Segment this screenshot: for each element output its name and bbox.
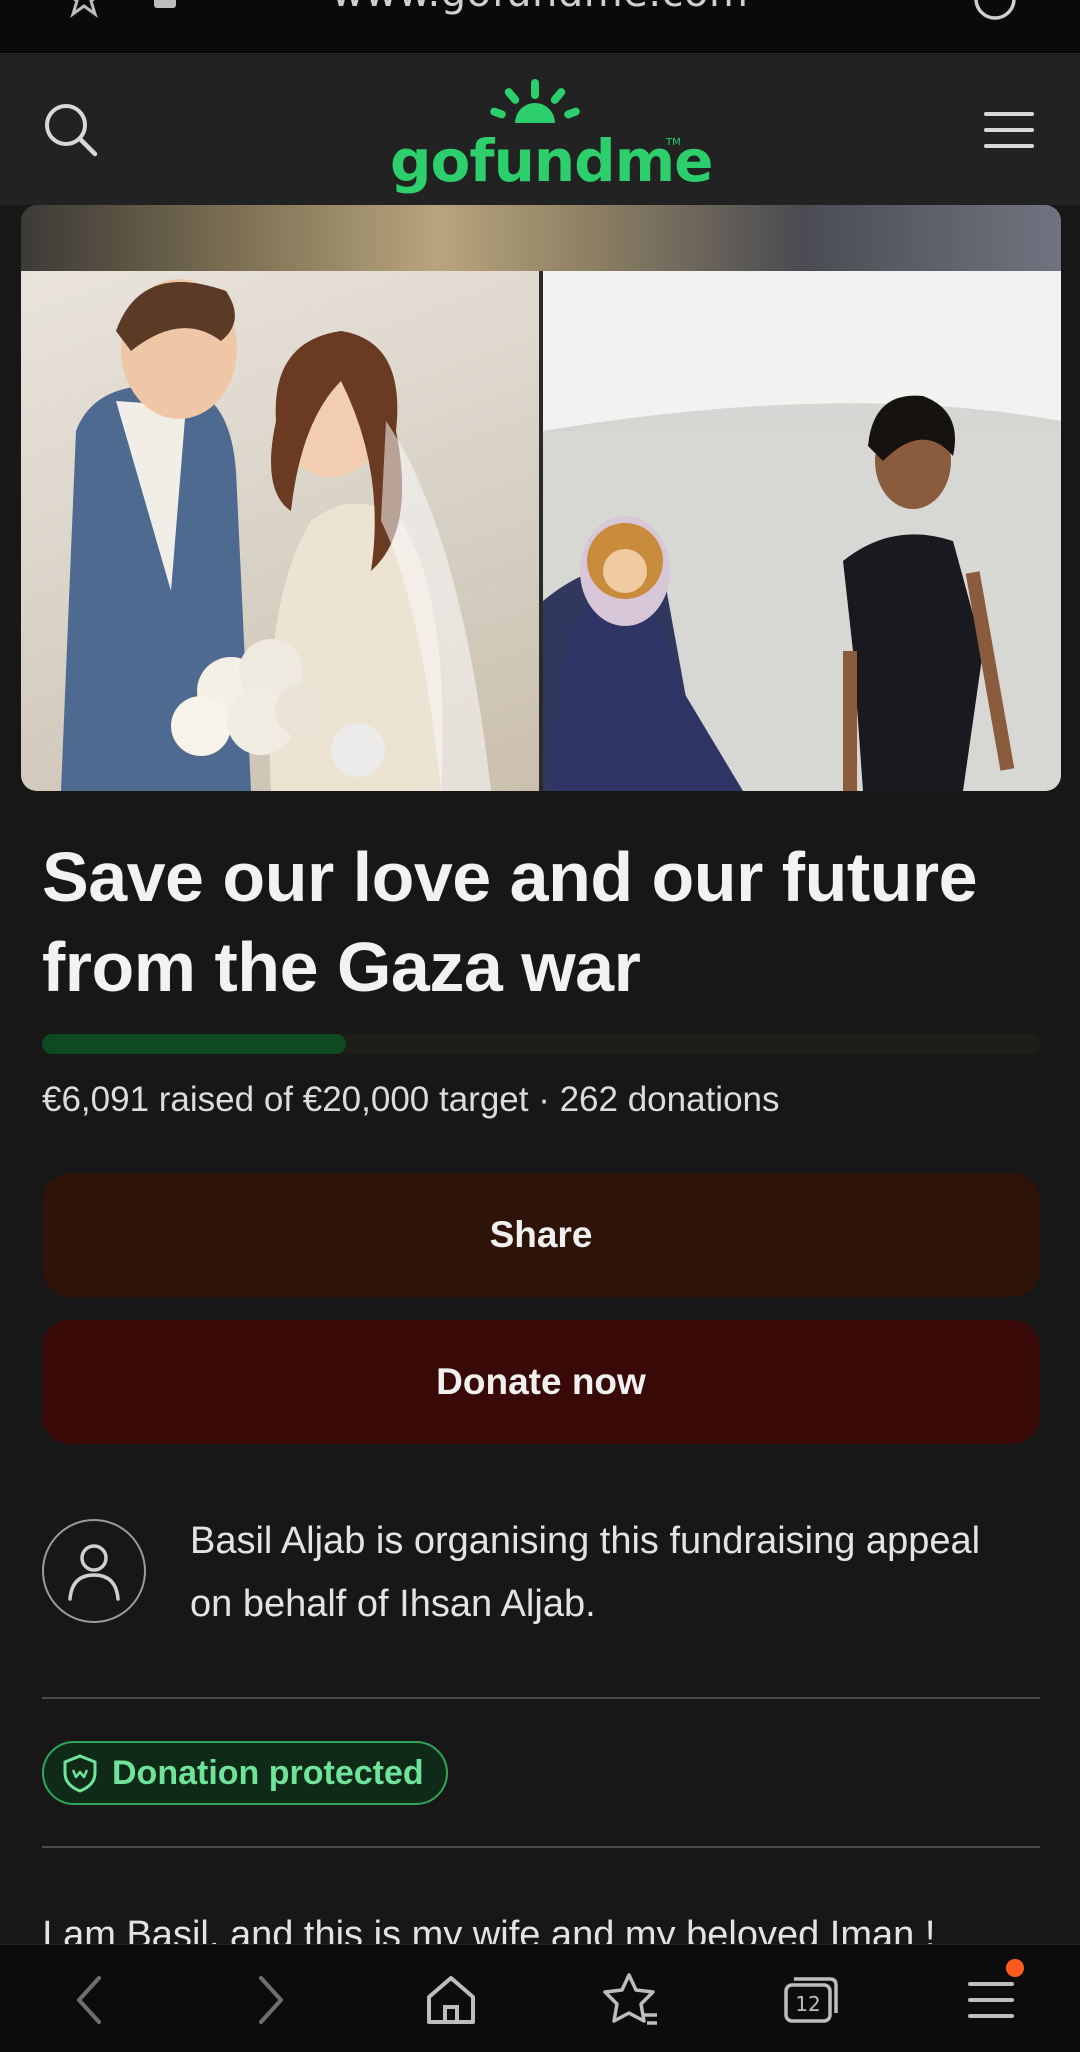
back-icon[interactable] [54, 1965, 124, 2035]
shield-icon [63, 1754, 97, 1793]
home-icon[interactable] [416, 1965, 486, 2035]
bookmark-star-icon[interactable] [596, 1965, 666, 2035]
sun-logo-mark [490, 79, 580, 123]
tabs-icon[interactable]: 12 [776, 1965, 846, 2035]
url-text[interactable]: www.gofundme.com [0, 0, 1080, 16]
tab-count: 12 [795, 1992, 820, 2016]
search-icon[interactable] [36, 95, 106, 165]
divider [42, 1846, 1040, 1848]
reload-icon[interactable] [972, 0, 1018, 26]
progress-bar [42, 1034, 1040, 1054]
donation-protected-badge[interactable]: Donation protected [42, 1741, 448, 1805]
browser-address-bar: www.gofundme.com [0, 0, 1080, 54]
notification-dot [1006, 1959, 1024, 1977]
gofundme-logo[interactable]: gofundme TM [390, 77, 713, 195]
badge-label: Donation protected [112, 1753, 424, 1792]
menu-icon[interactable] [956, 1959, 1026, 2035]
raised-summary: €6,091 raised of €20,000 target · 262 do… [42, 1080, 780, 1119]
background-photo-strip [21, 205, 1061, 271]
avatar [42, 1519, 146, 1623]
menu-icon[interactable] [974, 95, 1044, 165]
campaign-title: Save our love and our future from the Ga… [42, 838, 978, 1006]
carousel-indicator[interactable] [331, 723, 385, 777]
logo-text: gofundme [390, 127, 713, 195]
forward-icon[interactable] [236, 1965, 306, 2035]
divider [42, 1697, 1040, 1699]
logo-trademark: TM [666, 137, 681, 148]
browser-bottom-toolbar: 12 [0, 1944, 1080, 2052]
site-header: gofundme TM [0, 55, 1080, 205]
donate-now-button[interactable]: Donate now [42, 1320, 1040, 1444]
couple-tent-photo [543, 271, 1061, 791]
organiser-text: Basil Aljab is organising this fundraisi… [190, 1520, 981, 1625]
user-icon [68, 1544, 120, 1601]
campaign-image-carousel[interactable] [21, 205, 1061, 791]
progress-bar-fill [42, 1034, 347, 1054]
share-button[interactable]: Share [42, 1173, 1040, 1297]
wedding-illustration-image [21, 271, 539, 791]
